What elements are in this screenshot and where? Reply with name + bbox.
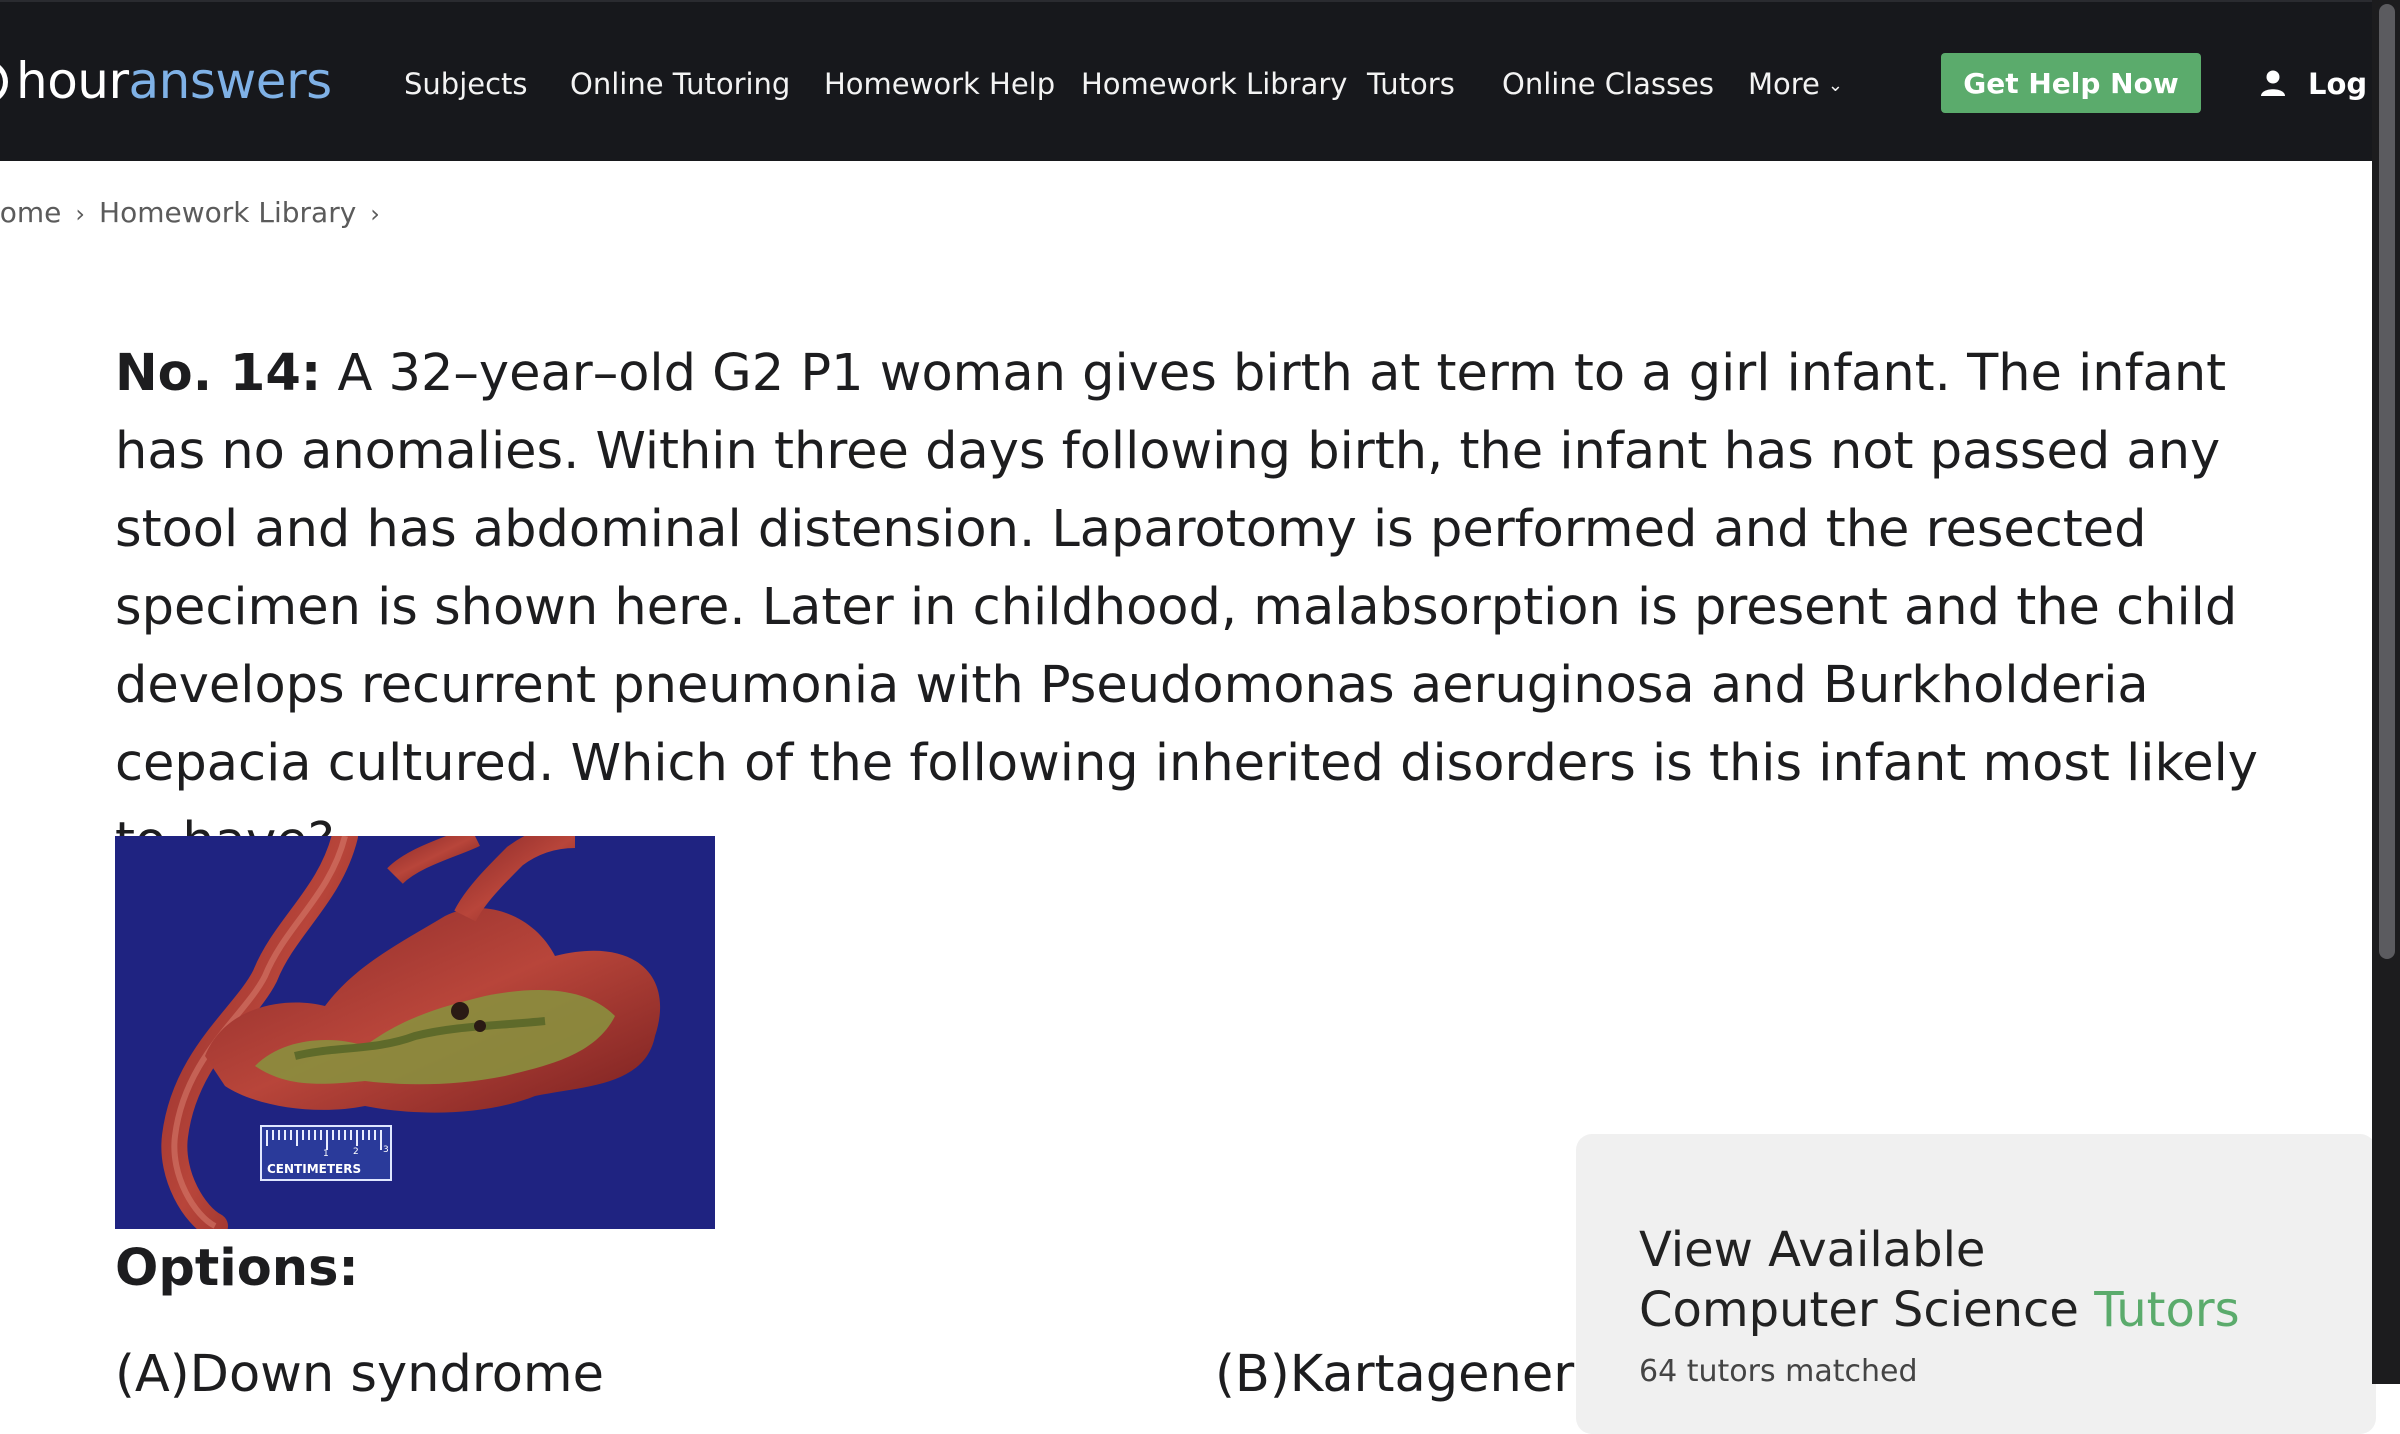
login-link[interactable]: Log I [2260, 62, 2388, 106]
user-icon [2261, 70, 2285, 96]
tutor-card-title-line1: View Available [1639, 1222, 1986, 1278]
specimen-image: 1 2 3 CENTIMETERS [115, 836, 715, 1229]
ruler-number-3: 3 [383, 1145, 389, 1155]
logo-mark-icon [0, 60, 8, 104]
options-heading: Options: [115, 1239, 359, 1298]
nav-online-classes[interactable]: Online Classes [1502, 62, 1714, 106]
chevron-right-icon: › [370, 200, 380, 228]
breadcrumb-homework-library[interactable]: Homework Library [99, 196, 356, 229]
option-a[interactable]: (A)Down syndrome [115, 1340, 604, 1410]
nav-online-tutoring[interactable]: Online Tutoring [570, 62, 790, 106]
question-body: A 32–year–old G2 P1 woman gives birth at… [115, 344, 2258, 871]
tutor-card-title-line2: Computer Science Tutors [1639, 1282, 2240, 1338]
chevron-right-icon: › [75, 200, 86, 228]
ruler-number-1: 1 [323, 1149, 329, 1159]
chevron-down-icon: ⌄ [1827, 75, 1843, 96]
tutor-card-title: View Available Computer Science Tutors [1639, 1220, 2240, 1340]
nav-more[interactable]: More ⌄ [1748, 62, 1843, 108]
site-logo[interactable]: houranswers [0, 46, 332, 116]
breadcrumb-home[interactable]: lome [0, 196, 61, 229]
nav-more-label: More [1748, 67, 1820, 101]
breadcrumb: lome › Homework Library › [0, 193, 394, 234]
ruler-number-2: 2 [353, 1147, 359, 1157]
nav-tutors[interactable]: Tutors [1367, 62, 1455, 106]
ruler-label: CENTIMETERS [267, 1162, 361, 1176]
tutor-card[interactable]: View Available Computer Science Tutors 6… [1576, 1134, 2376, 1434]
question-text: No. 14: A 32–year–old G2 P1 woman gives … [115, 335, 2265, 881]
get-help-now-button[interactable]: Get Help Now [1941, 53, 2201, 113]
tutor-card-title-accent: Tutors [2094, 1282, 2240, 1338]
specimen-illustration: 1 2 3 CENTIMETERS [115, 836, 715, 1229]
nav-homework-help[interactable]: Homework Help [824, 62, 1055, 106]
question-number: No. 14: [115, 344, 322, 403]
top-navbar: houranswers Subjects Online Tutoring Hom… [0, 0, 2388, 161]
nav-subjects[interactable]: Subjects [404, 62, 528, 106]
scrollbar-track[interactable] [2372, 0, 2400, 1384]
nav-homework-library[interactable]: Homework Library [1081, 62, 1347, 106]
scrollbar-thumb[interactable] [2379, 4, 2395, 959]
